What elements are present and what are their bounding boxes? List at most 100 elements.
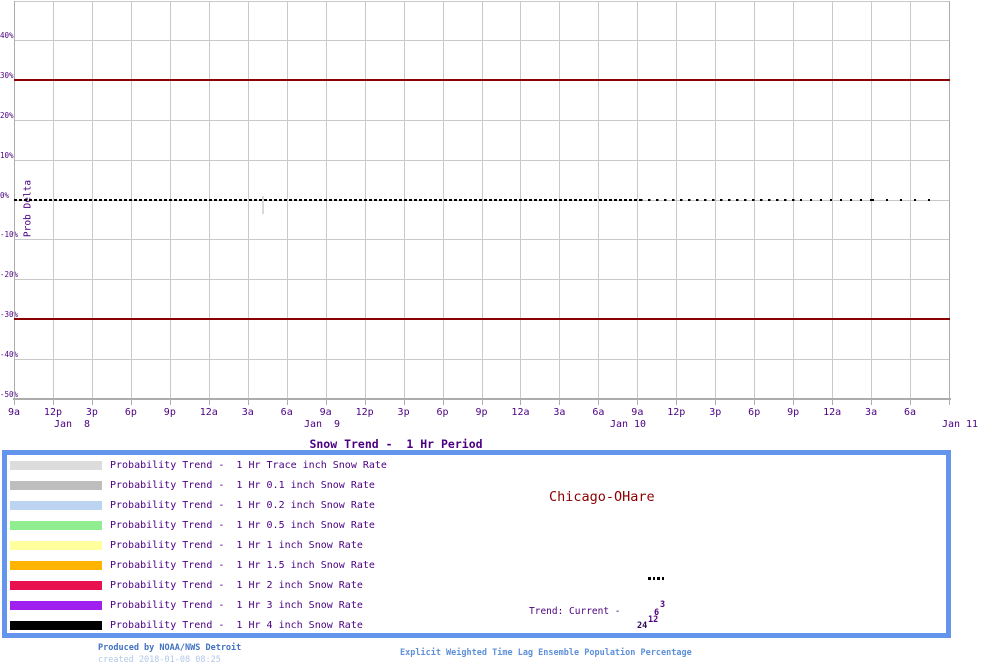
reference-line-negative — [14, 318, 950, 320]
x-tick-label: 12a — [823, 407, 842, 418]
x-axis-baseline — [13, 398, 951, 400]
x-tick-mark — [637, 400, 639, 405]
legend-swatch — [10, 481, 102, 490]
x-tick-mark — [286, 400, 288, 405]
x-tick-mark — [793, 400, 795, 405]
x-tick-label: 6p — [748, 407, 761, 418]
legend-item-label: Probability Trend - 1 Hr 0.2 inch Snow R… — [110, 500, 375, 511]
x-tick-label: 12p — [43, 407, 62, 418]
v-gridline — [949, 1, 950, 399]
x-date-label: Jan 8 — [53, 419, 91, 430]
y-tick-label: -10% — [0, 230, 19, 240]
x-tick-label: 6p — [436, 407, 449, 418]
x-tick-label: 9p — [475, 407, 488, 418]
y-axis-title: Prob Delta — [22, 179, 34, 238]
x-tick-label: 12p — [667, 407, 686, 418]
x-tick-label: 6p — [124, 407, 137, 418]
x-tick-mark — [481, 400, 483, 405]
legend-item-row: Probability Trend - 1 Hr 0.1 inch Snow R… — [7, 480, 946, 495]
legend-item-row: Probability Trend - 1 Hr 4 inch Snow Rat… — [7, 620, 946, 635]
legend-item-row: Probability Trend - 1 Hr 1 inch Snow Rat… — [7, 540, 946, 555]
x-tick-mark — [676, 400, 678, 405]
x-date-label: Jan 11 — [941, 419, 979, 430]
legend-item-label: Probability Trend - 1 Hr 0.1 inch Snow R… — [110, 480, 375, 491]
zero-trend-line-segment — [640, 198, 800, 201]
legend-swatch — [10, 621, 102, 630]
legend-item-row: Probability Trend - 1 Hr 0.5 inch Snow R… — [7, 520, 946, 535]
y-tick-label: 50% — [0, 0, 14, 1]
zero-trend-line-segment — [800, 198, 872, 201]
x-tick-label: 6a — [592, 407, 605, 418]
x-tick-label: 12p — [355, 407, 374, 418]
reference-line-positive — [14, 79, 950, 81]
zero-trend-line-segment — [14, 198, 640, 201]
x-tick-mark — [91, 400, 93, 405]
legend-swatch — [10, 561, 102, 570]
legend-swatch — [10, 501, 102, 510]
trend-hour-label: 12 — [648, 614, 659, 625]
x-tick-mark — [130, 400, 132, 405]
legend-item-row: Probability Trend - 1 Hr 1.5 inch Snow R… — [7, 560, 946, 575]
x-tick-mark — [52, 400, 54, 405]
x-tick-label: 3a — [865, 407, 878, 418]
legend-swatch — [10, 601, 102, 610]
x-tick-mark — [832, 400, 834, 405]
y-tick-label: 20% — [0, 110, 14, 120]
x-tick-mark — [325, 400, 327, 405]
x-tick-mark — [754, 400, 756, 405]
x-tick-label: 9a — [631, 407, 644, 418]
x-tick-mark — [247, 400, 249, 405]
x-tick-mark — [169, 400, 171, 405]
x-tick-mark — [715, 400, 717, 405]
x-tick-mark — [208, 400, 210, 405]
x-tick-label: 3p — [397, 407, 410, 418]
y-tick-label: -40% — [0, 349, 19, 359]
x-tick-label: 9a — [319, 407, 332, 418]
x-date-label: Jan 10 — [609, 419, 647, 430]
x-tick-mark — [598, 400, 600, 405]
dot-icon — [661, 577, 664, 580]
x-tick-mark — [871, 400, 873, 405]
legend-item-label: Probability Trend - 1 Hr 1.5 inch Snow R… — [110, 560, 375, 571]
x-tick-label: 3a — [241, 407, 254, 418]
x-tick-mark — [403, 400, 405, 405]
trend-current-label: Trend: Current - — [529, 606, 621, 617]
legend-item-row: Probability Trend - 1 Hr Trace inch Snow… — [7, 460, 946, 475]
legend-item-row: Probability Trend - 1 Hr 3 inch Snow Rat… — [7, 600, 946, 615]
snow-trend-chart-page: Prob Delta Snow Trend - 1 Hr Period 50% 4… — [0, 0, 1000, 670]
dot-icon — [657, 577, 660, 580]
x-tick-label: 3p — [709, 407, 722, 418]
legend-swatch — [10, 521, 102, 530]
legend-swatch — [10, 461, 102, 470]
x-tick-label: 9p — [787, 407, 800, 418]
station-name: Chicago-OHare — [549, 489, 655, 505]
dot-icon — [652, 577, 655, 580]
zero-trend-line-segment — [872, 198, 936, 201]
legend-item-row: Probability Trend - 1 Hr 2 inch Snow Rat… — [7, 580, 946, 595]
x-tick-mark — [559, 400, 561, 405]
y-tick-label: 0% — [0, 190, 10, 200]
legend-item-label: Probability Trend - 1 Hr 3 inch Snow Rat… — [110, 600, 363, 611]
x-tick-label: 9a — [7, 407, 21, 418]
legend-swatch — [10, 541, 102, 550]
x-tick-mark — [442, 400, 444, 405]
legend-swatch — [10, 581, 102, 590]
legend-item-label: Probability Trend - 1 Hr 2 inch Snow Rat… — [110, 580, 363, 591]
legend-item-label: Probability Trend - 1 Hr Trace inch Snow… — [110, 460, 387, 471]
legend-item-label: Probability Trend - 1 Hr 4 inch Snow Rat… — [110, 620, 363, 631]
x-tick-mark — [949, 400, 950, 405]
x-tick-mark — [520, 400, 522, 405]
x-tick-label: 6a — [904, 407, 917, 418]
footer-description: Explicit Weighted Time Lag Ensemble Popu… — [400, 648, 692, 658]
x-tick-mark — [14, 400, 15, 405]
trend-hour-label: 24 — [637, 621, 648, 631]
x-tick-label: 9p — [163, 407, 176, 418]
legend-box: Probability Trend - 1 Hr Trace inch Snow… — [2, 450, 951, 638]
error-bar — [262, 195, 264, 214]
footer-created-timestamp: created 2018-01-08 08:25 — [98, 655, 221, 665]
x-tick-label: 3a — [553, 407, 566, 418]
y-tick-label: -20% — [0, 270, 19, 280]
x-tick-mark — [364, 400, 366, 405]
x-tick-label: 12a — [199, 407, 218, 418]
trend-hour-label: 3 — [660, 600, 666, 610]
